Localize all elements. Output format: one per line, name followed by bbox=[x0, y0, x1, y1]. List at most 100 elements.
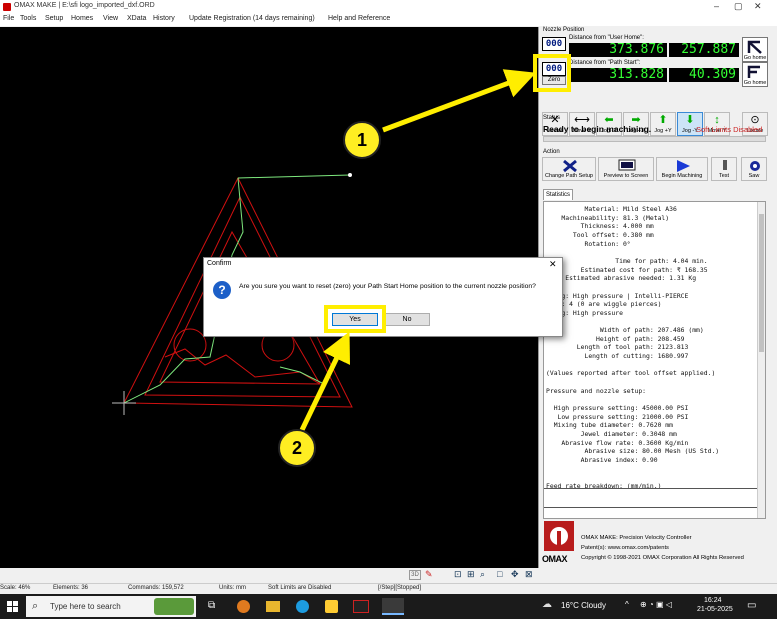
user-home-y-readout: 257.887 bbox=[669, 43, 739, 57]
rapid-line-3 bbox=[279, 366, 323, 384]
statistics-panel: Material: Mild Steel A36 Machineability:… bbox=[543, 201, 766, 519]
menu-view[interactable]: View bbox=[103, 15, 118, 22]
dialog-close-button[interactable]: ✕ bbox=[549, 259, 557, 270]
status-bar: Scale: 46% Elements: 36 Commands: 159,57… bbox=[0, 583, 777, 593]
soft-limits-status: Soft Limits Disabled bbox=[696, 125, 763, 134]
begin-machining-label: Begin Machining bbox=[661, 173, 703, 179]
statistics-line: Time for path: 4.04 min. bbox=[546, 256, 708, 265]
test-button[interactable]: Test bbox=[711, 157, 737, 181]
tab-statistics[interactable]: Statistics bbox=[543, 189, 573, 200]
path-start-y-readout: 40.309 bbox=[669, 68, 739, 82]
stats-scrollbar[interactable] bbox=[757, 202, 765, 518]
statistics-line: Height of path: 208.459 bbox=[546, 334, 685, 343]
test-label: Test bbox=[718, 173, 730, 179]
notification-icon[interactable]: ▭ bbox=[747, 600, 756, 611]
rapid-line-1 bbox=[237, 174, 351, 179]
begin-machining-button[interactable]: Begin Machining bbox=[656, 157, 708, 181]
nozzle-marker bbox=[348, 173, 352, 177]
units-status: Units: mm bbox=[219, 585, 246, 591]
yes-highlight-box bbox=[324, 305, 386, 333]
edge-icon[interactable] bbox=[296, 600, 309, 613]
taskbar-search-box[interactable]: ⌕ Type here to search bbox=[26, 596, 196, 617]
canvas-toolbar: 3D ✎ ⊡ ⊞ ⌕ □ ✥ ⊠ bbox=[0, 568, 538, 583]
about-line-2: Patent(s): www.omax.com/patents bbox=[581, 545, 669, 551]
app-icon-1[interactable] bbox=[237, 600, 250, 613]
callout-2: 2 bbox=[278, 429, 316, 467]
scrollbar-thumb[interactable] bbox=[759, 214, 764, 352]
menu-history[interactable]: History bbox=[153, 15, 175, 22]
menu-setup[interactable]: Setup bbox=[45, 15, 63, 22]
pan-icon[interactable]: ✥ bbox=[511, 569, 519, 580]
clock-time[interactable]: 16:24 bbox=[704, 597, 722, 604]
test-nozzle-icon bbox=[723, 160, 727, 170]
menu-update-registration[interactable]: Update Registration (14 days remaining) bbox=[189, 15, 315, 22]
scale-status: Scale: 46% bbox=[0, 585, 31, 591]
preview-to-screen-button[interactable]: Preview to Screen bbox=[598, 157, 654, 181]
zoom-extents-icon[interactable]: ⊞ bbox=[467, 569, 475, 580]
zero-highlight-box bbox=[533, 54, 571, 92]
view-3d-button[interactable]: 3D bbox=[409, 570, 421, 580]
control-panel: Nozzle Position 000 Distance from "User … bbox=[533, 27, 777, 568]
omax-taskbar-icon[interactable] bbox=[353, 600, 369, 613]
user-home-000-button[interactable]: 000 bbox=[542, 37, 566, 51]
go-home-label: Go home bbox=[743, 55, 767, 61]
wave-path bbox=[164, 348, 321, 385]
user-home-x-readout: 373.876 bbox=[569, 43, 667, 57]
arrow-up-icon: ⬆ bbox=[658, 114, 668, 126]
grid-icon[interactable]: ⊠ bbox=[525, 569, 533, 580]
svg-text:?: ? bbox=[218, 283, 225, 297]
nozzle-position-label: Nozzle Position bbox=[543, 27, 585, 33]
tray-icons[interactable]: ⊕ ◔ ▣ ◁ bbox=[640, 600, 672, 609]
zoom-fit-icon[interactable]: ⊡ bbox=[454, 569, 462, 580]
task-view-icon[interactable]: ⧉ bbox=[208, 600, 215, 611]
status-group-label: Status bbox=[543, 115, 561, 121]
menu-xdata[interactable]: XData bbox=[127, 15, 146, 22]
go-home-user-button[interactable]: Go home bbox=[742, 37, 768, 62]
statistics-line: Abrasive size: 80.00 Mesh (US Std.) bbox=[546, 447, 720, 456]
saw-button[interactable]: Saw bbox=[741, 157, 767, 181]
action-group-label: Action bbox=[543, 149, 560, 155]
weather-text[interactable]: 16°C Cloudy bbox=[561, 601, 606, 610]
statistics-line: Tool offset: 0.380 mm bbox=[546, 230, 654, 239]
clock-date[interactable]: 21-05-2025 bbox=[697, 606, 733, 613]
zoom-box-icon[interactable]: □ bbox=[497, 569, 502, 579]
scissors-icon bbox=[563, 159, 577, 173]
menu-help[interactable]: Help and Reference bbox=[328, 15, 390, 22]
statistics-line: Length of tool path: 2123.813 bbox=[546, 343, 689, 352]
weather-icon[interactable]: ☁ bbox=[542, 599, 552, 610]
restore-button[interactable]: ▢ bbox=[734, 1, 743, 12]
no-button[interactable]: No bbox=[384, 313, 430, 326]
statistics-line: rcing: High pressure | Intelli-PIERCE bbox=[546, 291, 689, 300]
statistics-line: Material: Mild Steel A36 bbox=[546, 205, 677, 213]
monitor-icon bbox=[618, 159, 636, 171]
statistics-line: Estimated cost for path: ₹ 168.35 bbox=[546, 265, 708, 274]
step-status: [/Step][Stopped] bbox=[378, 585, 422, 591]
statistics-line: Length of cutting: 1680.997 bbox=[546, 352, 689, 361]
windows-start-icon[interactable] bbox=[7, 601, 18, 612]
go-home-path-button[interactable]: Go home bbox=[742, 62, 768, 87]
path-start-label: Distance from "Path Start": bbox=[569, 60, 641, 66]
window-title: OMAX MAKE | E:\sfi logo_imported_dxf.ORD bbox=[14, 2, 155, 9]
tray-chevron-icon[interactable]: ^ bbox=[625, 600, 629, 609]
left-circle-path bbox=[173, 328, 207, 362]
jog-plus-y-button[interactable]: ⬆ Jog +Y bbox=[650, 112, 676, 136]
statistics-line: Jewel diameter: 0.3048 mm bbox=[546, 429, 677, 438]
minimize-button[interactable]: – bbox=[714, 1, 719, 11]
go-home-arrow-icon bbox=[747, 40, 762, 54]
elements-status: Elements: 36 bbox=[53, 585, 89, 591]
menu-file[interactable]: File bbox=[3, 15, 14, 22]
statistics-line: Pressure and nozzle setup: bbox=[546, 386, 647, 395]
zoom-in-icon[interactable]: ⌕ bbox=[480, 569, 485, 580]
store-icon[interactable] bbox=[325, 600, 338, 613]
saw-label: Saw bbox=[748, 173, 760, 179]
menu-homes[interactable]: Homes bbox=[71, 15, 93, 22]
menu-tools[interactable]: Tools bbox=[20, 15, 36, 22]
pen-icon[interactable]: ✎ bbox=[425, 569, 433, 580]
file-explorer-icon[interactable] bbox=[266, 601, 280, 612]
status-text: Ready to begin machining. bbox=[543, 124, 652, 134]
change-path-setup-button[interactable]: Change Path Setup bbox=[542, 157, 596, 181]
close-button[interactable]: ✕ bbox=[754, 1, 762, 12]
change-path-setup-label: Change Path Setup bbox=[544, 173, 593, 179]
question-icon: ? bbox=[213, 281, 231, 299]
active-app-icon[interactable] bbox=[382, 598, 404, 615]
